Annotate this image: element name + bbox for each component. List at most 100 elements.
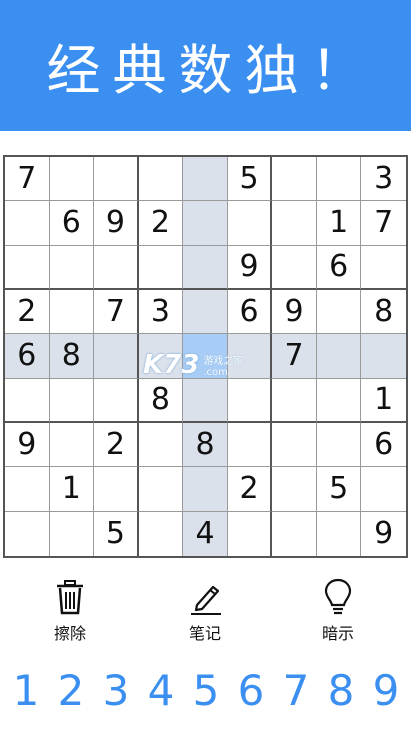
cell-r1-c6[interactable]: 5 <box>227 157 273 202</box>
number-button-5[interactable]: 5 <box>186 665 226 715</box>
cell-r1-c3[interactable] <box>94 157 139 202</box>
number-button-8[interactable]: 8 <box>321 665 361 715</box>
header-banner: 经典数独！ <box>0 0 411 131</box>
cell-r7-c4[interactable] <box>138 422 184 468</box>
cell-r8-c7[interactable] <box>272 467 317 512</box>
cell-r3-c5[interactable] <box>183 245 228 290</box>
cell-r8-c9[interactable] <box>361 467 406 512</box>
cell-r3-c3[interactable] <box>94 245 139 290</box>
cell-r7-c8[interactable] <box>316 422 362 468</box>
cell-r1-c8[interactable] <box>316 157 362 202</box>
cell-r2-c4[interactable]: 2 <box>138 201 184 246</box>
cell-r3-c1[interactable] <box>5 245 50 290</box>
cell-r1-c7[interactable] <box>272 157 317 202</box>
cell-r5-c2[interactable]: 8 <box>49 334 95 379</box>
cell-r3-c6[interactable]: 9 <box>227 245 273 290</box>
cell-r6-c9[interactable]: 1 <box>361 379 406 423</box>
cell-r6-c4[interactable]: 8 <box>138 378 184 423</box>
number-button-2[interactable]: 2 <box>51 665 91 715</box>
cell-r2-c3[interactable]: 9 <box>94 201 139 246</box>
cell-r4-c7[interactable]: 9 <box>272 289 317 335</box>
cell-r1-c2[interactable] <box>49 157 95 202</box>
cell-r9-c2[interactable] <box>50 511 95 556</box>
cell-r9-c8[interactable] <box>317 511 362 556</box>
cell-r5-c5[interactable] <box>183 334 228 379</box>
cell-r8-c4[interactable] <box>138 467 184 512</box>
number-button-3[interactable]: 3 <box>96 665 136 715</box>
cell-r1-c1[interactable]: 7 <box>5 157 50 202</box>
cell-r4-c3[interactable]: 7 <box>94 289 139 335</box>
cell-r4-c4[interactable]: 3 <box>138 289 184 335</box>
cell-r3-c9[interactable] <box>361 246 406 290</box>
cell-r7-c5[interactable]: 8 <box>183 422 228 468</box>
cell-r5-c3[interactable] <box>94 334 139 379</box>
cell-r6-c8[interactable] <box>316 378 362 423</box>
cell-r6-c7[interactable] <box>272 378 317 423</box>
cell-r9-c7[interactable] <box>272 511 317 556</box>
cell-r3-c4[interactable] <box>138 245 184 290</box>
number-button-6[interactable]: 6 <box>231 665 271 715</box>
cell-r6-c3[interactable] <box>94 378 139 423</box>
hint-label: 暗示 <box>321 624 354 643</box>
cell-r8-c8[interactable]: 5 <box>316 467 362 512</box>
cell-r6-c5[interactable] <box>183 378 228 423</box>
cell-r4-c2[interactable] <box>49 289 95 335</box>
number-button-9[interactable]: 9 <box>366 665 406 715</box>
number-button-7[interactable]: 7 <box>276 665 316 715</box>
cell-r9-c9[interactable]: 9 <box>361 512 406 556</box>
cell-r9-c6[interactable] <box>228 511 273 556</box>
cell-r3-c7[interactable] <box>272 245 317 290</box>
cell-r2-c7[interactable] <box>272 201 317 246</box>
number-button-1[interactable]: 1 <box>6 665 46 715</box>
cell-r4-c5[interactable] <box>183 289 228 335</box>
cell-r9-c3[interactable]: 5 <box>94 511 139 556</box>
cell-r9-c1[interactable] <box>5 511 50 556</box>
cell-r9-c4[interactable] <box>139 511 184 556</box>
cell-r5-c7[interactable]: 7 <box>272 334 317 379</box>
cell-r6-c2[interactable] <box>49 378 95 423</box>
cell-r8-c6[interactable]: 2 <box>227 467 273 512</box>
cell-r4-c1[interactable]: 2 <box>5 289 50 335</box>
cell-r5-c1[interactable]: 6 <box>5 334 50 379</box>
cell-r9-c5[interactable]: 4 <box>183 511 228 556</box>
cell-r1-c5[interactable] <box>183 157 228 202</box>
cell-r7-c2[interactable] <box>49 422 95 468</box>
cell-r8-c1[interactable] <box>5 467 50 512</box>
cell-r7-c9[interactable]: 6 <box>361 423 406 468</box>
cell-r2-c8[interactable]: 1 <box>316 201 362 246</box>
cell-r8-c2[interactable]: 1 <box>49 467 95 512</box>
sudoku-board: 7536921796273698687819286125549 <box>3 155 408 558</box>
cell-r5-c4[interactable] <box>138 334 184 379</box>
notes-button[interactable]: 笔记 <box>165 578 245 644</box>
cell-r7-c7[interactable] <box>272 422 317 468</box>
cell-r7-c6[interactable] <box>227 422 273 468</box>
cell-r4-c8[interactable] <box>316 289 362 335</box>
cell-r5-c9[interactable] <box>361 334 406 379</box>
lightbulb-icon <box>320 578 356 616</box>
number-button-4[interactable]: 4 <box>141 665 181 715</box>
cell-r4-c9[interactable]: 8 <box>361 290 406 335</box>
cell-r8-c3[interactable] <box>94 467 139 512</box>
trash-icon <box>52 578 88 616</box>
erase-button[interactable]: 擦除 <box>30 578 110 644</box>
cell-r6-c6[interactable] <box>227 378 273 423</box>
cell-r8-c5[interactable] <box>183 467 228 512</box>
cell-r2-c9[interactable]: 7 <box>361 201 406 246</box>
cell-r7-c1[interactable]: 9 <box>5 422 50 468</box>
cell-r5-c8[interactable] <box>316 334 362 379</box>
cell-r3-c8[interactable]: 6 <box>316 245 362 290</box>
cell-r2-c1[interactable] <box>5 201 50 246</box>
cell-r7-c3[interactable]: 2 <box>94 422 139 468</box>
hint-button[interactable]: 暗示 <box>298 578 378 644</box>
cell-r3-c2[interactable] <box>49 245 95 290</box>
erase-label: 擦除 <box>53 624 86 643</box>
tool-bar: 擦除 笔记 暗示 <box>0 578 411 648</box>
cell-r2-c5[interactable] <box>183 201 228 246</box>
cell-r1-c4[interactable] <box>138 157 184 202</box>
cell-r2-c6[interactable] <box>227 201 273 246</box>
cell-r1-c9[interactable]: 3 <box>361 157 406 202</box>
cell-r5-c6[interactable] <box>227 334 273 379</box>
cell-r6-c1[interactable] <box>5 378 50 423</box>
cell-r4-c6[interactable]: 6 <box>227 289 273 335</box>
cell-r2-c2[interactable]: 6 <box>49 201 95 246</box>
